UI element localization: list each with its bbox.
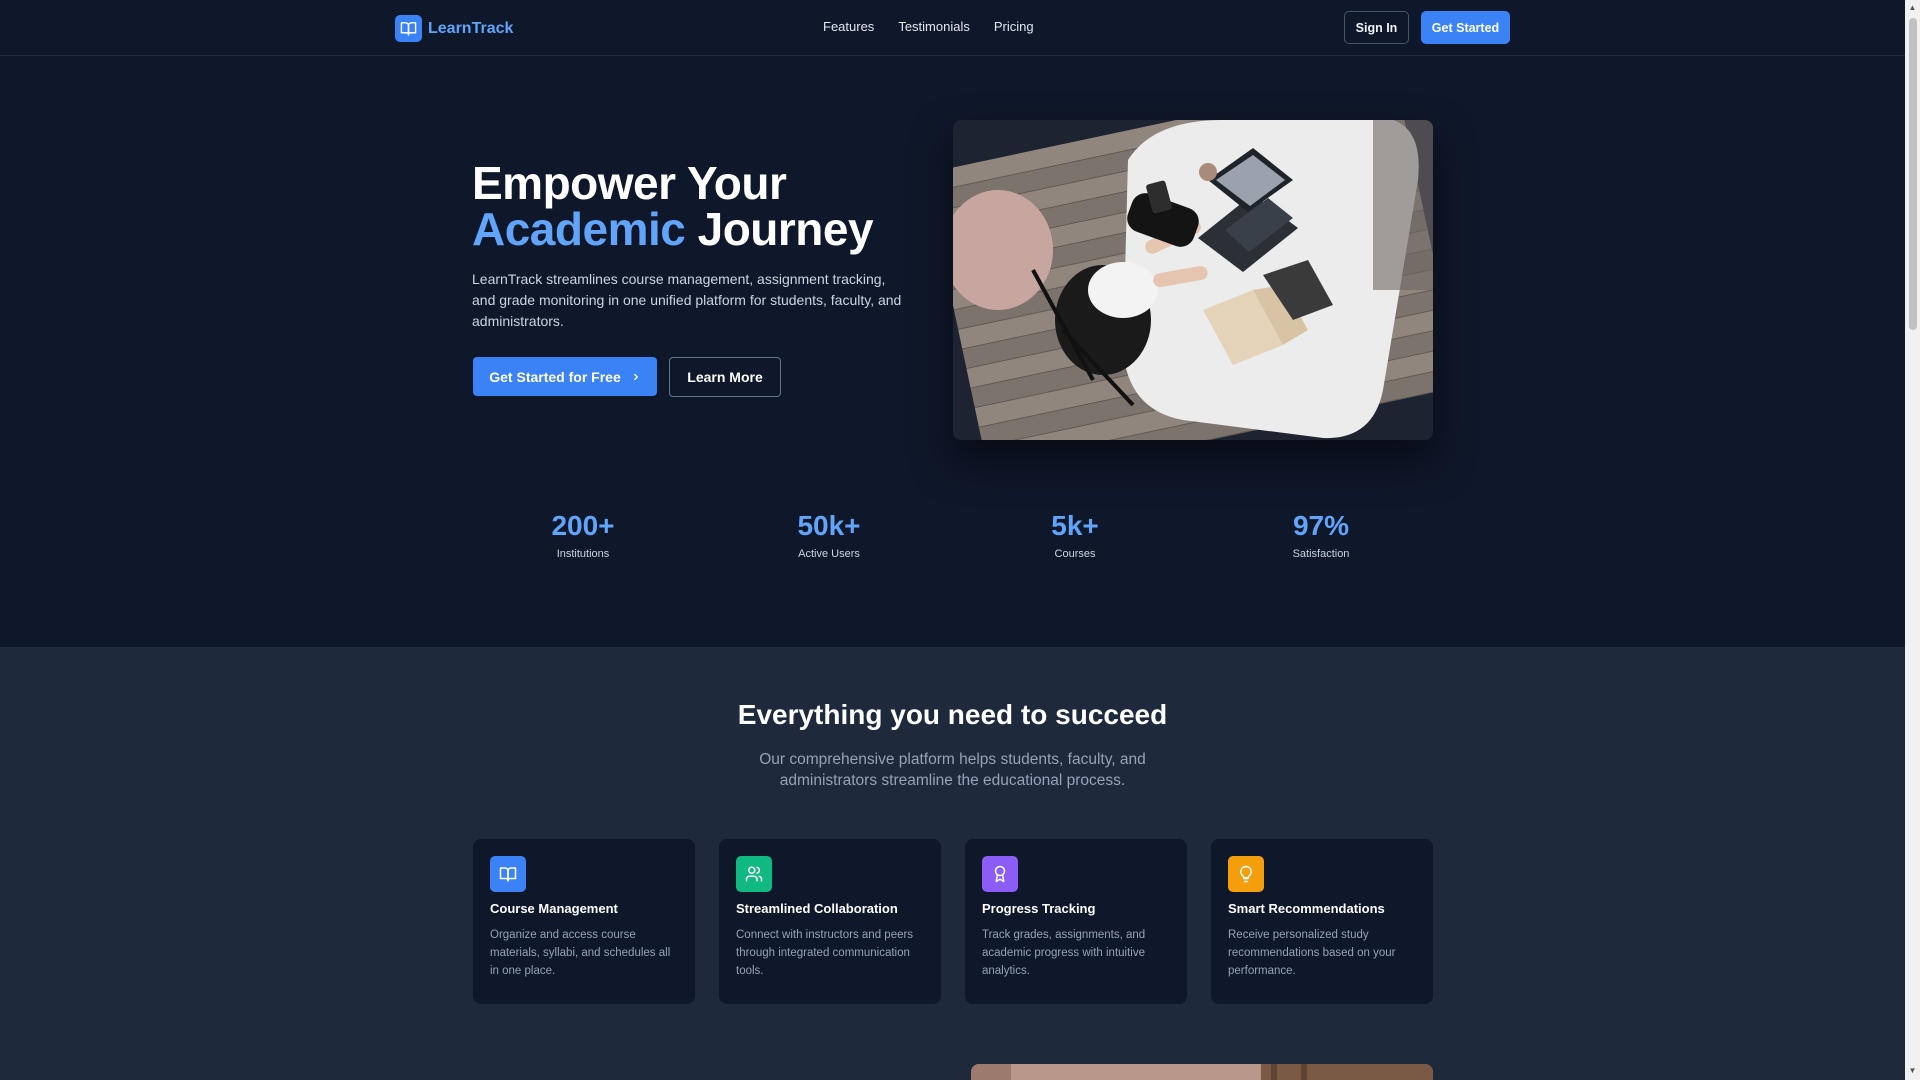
top-navbar: LearnTrack Features Testimonials Pricing… xyxy=(0,0,1905,56)
users-icon xyxy=(736,856,772,892)
stat-value: 5k+ xyxy=(1051,510,1099,541)
page: LearnTrack Features Testimonials Pricing… xyxy=(0,0,1905,1080)
sign-in-button[interactable]: Sign In xyxy=(1344,11,1409,44)
chevron-right-icon xyxy=(631,369,641,385)
scroll-up-arrow-icon[interactable]: ▲ xyxy=(1908,3,1917,12)
features-subtitle: Our comprehensive platform helps student… xyxy=(0,749,1905,791)
brand-logo[interactable]: LearnTrack xyxy=(395,15,513,42)
stat-institutions: 200+ Institutions xyxy=(483,510,683,560)
features-subtitle-line2: administrators streamline the educationa… xyxy=(779,772,1126,789)
nav-links: Features Testimonials Pricing xyxy=(823,19,1034,34)
hero-title-rest: Journey xyxy=(685,203,874,255)
feature-card-description: Organize and access course materials, sy… xyxy=(490,929,671,977)
features-section: Everything you need to succeed Our compr… xyxy=(0,647,1905,1080)
hero-title: Empower Your Academic Journey xyxy=(472,157,874,255)
feature-card-course-management: Course Management Organize and access co… xyxy=(473,839,695,1004)
book-icon xyxy=(490,856,526,892)
feature-card-smart-recommendations: Smart Recommendations Receive personaliz… xyxy=(1211,839,1433,1004)
stat-value: 50k+ xyxy=(797,510,861,541)
feature-card-collaboration: Streamlined Collaboration Connect with i… xyxy=(719,839,941,1004)
hero-title-line1: Empower Your xyxy=(472,157,787,209)
hero-title-line2: Academic Journey xyxy=(472,203,874,255)
features-title: Everything you need to succeed xyxy=(737,699,1168,730)
stat-courses: 5k+ Courses xyxy=(975,510,1175,560)
get-started-free-label: Get Started for Free xyxy=(489,368,621,385)
hero-image xyxy=(953,120,1433,440)
award-icon xyxy=(982,856,1018,892)
stat-value: 200+ xyxy=(551,510,615,541)
section-image-preview xyxy=(971,1064,1433,1080)
stat-label: Satisfaction xyxy=(1292,548,1350,560)
scroll-down-arrow-icon[interactable]: ▼ xyxy=(1908,1066,1917,1075)
feature-card-title: Smart Recommendations xyxy=(1228,901,1385,916)
hero-title-accent: Academic xyxy=(472,203,686,255)
stat-label: Courses xyxy=(1054,548,1096,560)
scrollbar-thumb[interactable] xyxy=(1909,18,1917,330)
brand-name: LearnTrack xyxy=(428,19,514,37)
stat-value: 97% xyxy=(1292,510,1350,541)
page-scrollbar[interactable]: ▲ ▼ xyxy=(1905,0,1920,1080)
feature-card-description: Connect with instructors and peers throu… xyxy=(736,929,914,977)
feature-card-title: Course Management xyxy=(490,901,618,916)
stat-label: Institutions xyxy=(556,548,610,560)
stat-satisfaction: 97% Satisfaction xyxy=(1221,510,1421,560)
feature-card-progress-tracking: Progress Tracking Track grades, assignme… xyxy=(965,839,1187,1004)
nav-link-testimonials[interactable]: Testimonials xyxy=(898,19,970,34)
feature-card-title: Streamlined Collaboration xyxy=(736,901,898,916)
hero-description: LearnTrack streamlines course management… xyxy=(472,271,902,329)
stat-active-users: 50k+ Active Users xyxy=(729,510,929,560)
feature-card-title: Progress Tracking xyxy=(982,901,1096,916)
get-started-button[interactable]: Get Started xyxy=(1421,11,1510,44)
book-icon xyxy=(395,15,422,42)
feature-card-description: Receive personalized study recommendatio… xyxy=(1228,929,1396,977)
stat-label: Active Users xyxy=(798,548,860,560)
nav-link-pricing[interactable]: Pricing xyxy=(994,19,1034,34)
student-laptop-photo xyxy=(953,120,1433,440)
nav-link-features[interactable]: Features xyxy=(823,19,874,34)
get-started-free-button[interactable]: Get Started for Free xyxy=(473,357,657,396)
learn-more-button[interactable]: Learn More xyxy=(669,357,781,397)
feature-card-description: Track grades, assignments, and academic … xyxy=(982,929,1146,977)
lightbulb-icon xyxy=(1228,856,1264,892)
features-subtitle-line1: Our comprehensive platform helps student… xyxy=(759,751,1146,768)
